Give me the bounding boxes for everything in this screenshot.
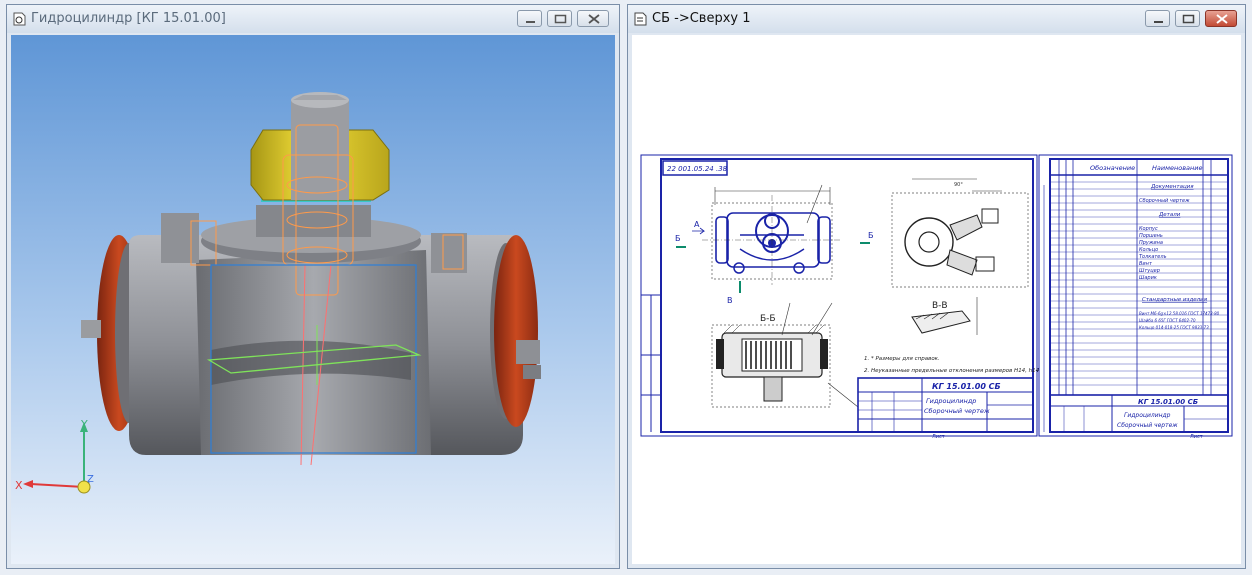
spec-col-designation: Обозначение: [1090, 164, 1135, 172]
title-block-subname: Сборочный чертеж: [924, 407, 990, 415]
drawing-sheets: 22 001.05.24 .38 Б А В Б 90° Б-Б В-В 1. …: [640, 154, 1233, 440]
spec-section-std: Стандартные изделия: [1142, 297, 1208, 303]
model-window-titlebar[interactable]: Гидроцилиндр [КГ 15.01.00]: [7, 5, 619, 33]
close-icon: [588, 14, 600, 24]
maximize-button[interactable]: [547, 10, 572, 27]
model-3d-view: Y X Z: [15, 92, 541, 494]
minimize-button[interactable]: [517, 10, 542, 27]
assembly-sheet: 22 001.05.24 .38 Б А В Б 90° Б-Б В-В 1. …: [640, 154, 1067, 440]
model-document-icon: [13, 12, 26, 26]
section-bb-label: Б-Б: [760, 314, 776, 324]
drawing-window-titlebar[interactable]: СБ ->Сверху 1: [628, 5, 1245, 33]
drawing-canvas[interactable]: 22 001.05.24 .38 Б А В Б 90° Б-Б В-В 1. …: [632, 35, 1241, 564]
top-stamp-text: 22 001.05.24 .38: [667, 165, 728, 173]
section-vv-label: В-В: [932, 301, 948, 311]
axis-z-label: Z: [87, 474, 94, 485]
spec-col-name: Наименование: [1152, 164, 1203, 172]
svg-text:90°: 90°: [954, 182, 963, 188]
minimize-icon: [1154, 21, 1163, 23]
spec-part-name: Штуцер: [1139, 268, 1160, 274]
axis-x-label: X: [15, 479, 23, 492]
drawing-document-icon: [634, 12, 647, 26]
spec-title-subname: Сборочный чертеж: [1117, 422, 1178, 429]
spec-part-name: Шарик: [1139, 275, 1157, 281]
maximize-icon: [1182, 14, 1195, 24]
drawing-window-title: СБ ->Сверху 1: [652, 11, 751, 26]
spec-std-name: Шайба 6 65Г ГОСТ 6402-70: [1139, 318, 1196, 323]
axis-gizmo: Y X Z: [15, 418, 94, 494]
spec-part-name: Кольцо: [1139, 247, 1158, 253]
title-block-code: КГ 15.01.00 СБ: [932, 382, 1001, 391]
spec-title-sheet: Лист: [1190, 434, 1203, 440]
spec-std-name: Винт М6-6g×12.58.016 ГОСТ 17473-80: [1139, 311, 1220, 316]
spec-std-name: Кольцо 014-018-25 ГОСТ 9833-73: [1139, 325, 1209, 330]
model-window[interactable]: Гидроцилиндр [КГ 15.01.00] Y X Z: [6, 4, 620, 569]
spec-title-name: Гидроцилиндр: [1124, 412, 1171, 419]
view-b-marker-right: Б: [868, 231, 874, 240]
view-v-marker: В: [727, 296, 733, 305]
axis-y-label: Y: [80, 418, 88, 431]
close-button[interactable]: [1205, 10, 1237, 27]
spec-part-name: Пружина: [1139, 240, 1163, 246]
spec-part-name: Винт: [1139, 261, 1153, 267]
close-icon: [1216, 14, 1228, 24]
minimize-icon: [526, 21, 535, 23]
top-fitting: [250, 92, 390, 202]
cylinder-body: [129, 205, 523, 455]
view-b-marker-left: Б: [675, 234, 681, 243]
note-2: 2. Неуказанные предельные отклонения раз…: [864, 368, 1067, 374]
spec-doc-item: Сборочный чертеж: [1139, 198, 1190, 204]
note-1: 1. * Размеры для справок.: [864, 356, 940, 362]
spec-part-name: Корпус: [1139, 226, 1158, 232]
spec-section-parts: Детали: [1158, 212, 1181, 218]
model-viewport[interactable]: Y X Z: [11, 35, 615, 564]
title-block-name: Гидроцилиндр: [926, 397, 976, 405]
minimize-button[interactable]: [1145, 10, 1170, 27]
title-block-sheet: Лист: [932, 434, 945, 440]
model-window-title: Гидроцилиндр [КГ 15.01.00]: [31, 11, 226, 26]
maximize-button[interactable]: [1175, 10, 1200, 27]
specification-sheet: Обозначение Наименование КорпусПоршеньПр…: [1038, 154, 1233, 440]
spec-title-code: КГ 15.01.00 СБ: [1138, 398, 1198, 406]
close-button[interactable]: [577, 10, 609, 27]
spec-part-name: Толкатель: [1139, 254, 1167, 260]
spec-part-name: Поршень: [1139, 233, 1163, 239]
spec-section-docs: Документация: [1150, 184, 1194, 190]
right-flange: [490, 235, 541, 427]
maximize-icon: [554, 14, 567, 24]
view-a-marker: А: [694, 220, 700, 229]
drawing-window[interactable]: СБ ->Сверху 1 22 001.05.24 .38 Б А В Б 9…: [627, 4, 1246, 569]
